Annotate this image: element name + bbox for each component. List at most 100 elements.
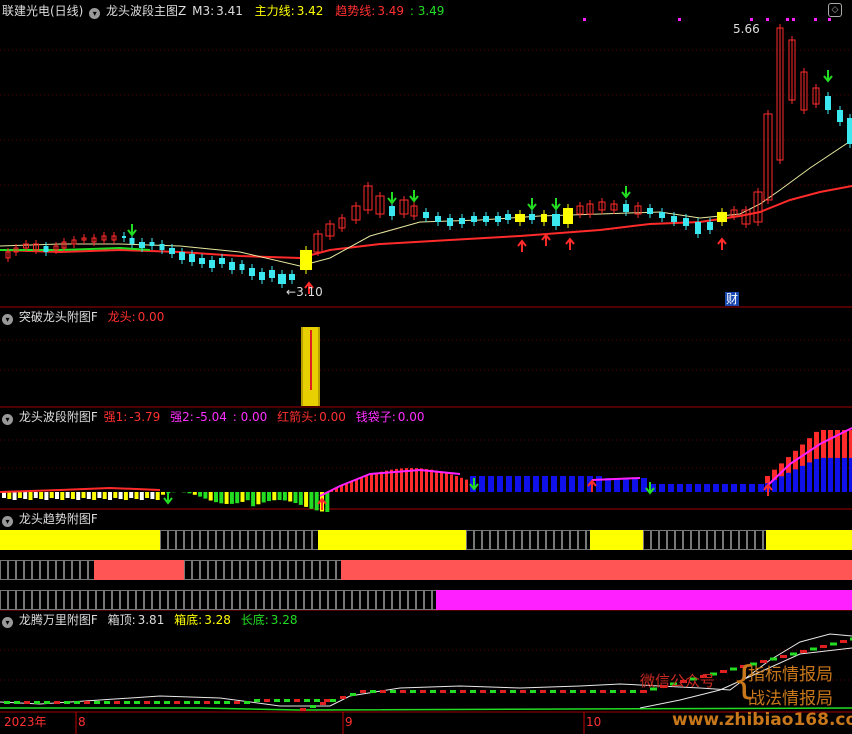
- hist-blue-551: [551, 476, 557, 492]
- stock-title[interactable]: 联建光电(日线): [2, 4, 83, 18]
- p4-seg-c-800: [800, 650, 807, 653]
- candle-body-16: [159, 244, 165, 250]
- money-bag-value: 0.00: [397, 410, 425, 424]
- panel2-title[interactable]: 龙头波段附图F: [19, 410, 98, 424]
- hist-blue-479: [479, 476, 485, 492]
- x-axis-ticks: [75, 712, 585, 734]
- strength2-label: 强2:: [170, 410, 194, 424]
- hist-neg-41: [219, 492, 224, 504]
- hist-neg-42: [224, 492, 229, 504]
- hist-neg-53: [282, 492, 287, 501]
- axis-month-10: 10: [586, 715, 602, 729]
- hist-blue-740: [740, 484, 746, 492]
- p4-seg-c-790: [790, 652, 797, 656]
- candle-body-75: [837, 110, 843, 122]
- hist-blue-713: [713, 484, 719, 492]
- p4-seg-a-314: [314, 699, 320, 702]
- p4-seg-a-174: [174, 701, 180, 704]
- band2-cell-0-0: [0, 560, 8, 580]
- main-indicator-name[interactable]: 龙头波段主图Z: [106, 4, 186, 18]
- band2-cell-0-40: [40, 560, 48, 580]
- band3-cell-0-288: [288, 590, 296, 610]
- finance-badge[interactable]: 财: [725, 292, 740, 306]
- strength1-label: 强1:: [103, 410, 128, 424]
- hist-neg-52: [277, 492, 282, 501]
- band3-cell-0-304: [304, 590, 312, 610]
- band1-cell-3-466: [466, 530, 474, 550]
- hist-neg-13: [70, 492, 75, 499]
- panel2-toggle-icon[interactable]: ▾: [2, 414, 13, 425]
- band2-cell-2-328: [328, 560, 336, 580]
- hist-neg-36: [192, 492, 197, 495]
- hist-red-360: [360, 477, 363, 492]
- top-marker-1: [678, 18, 681, 21]
- band1-cell-1-288: [288, 530, 296, 550]
- hist-blue-488: [488, 476, 494, 492]
- hist-blue-623: [623, 478, 629, 492]
- band1-cell-5-731: [731, 530, 739, 550]
- p4-seg-b-540: [540, 690, 546, 693]
- hist-neg-35: [187, 492, 192, 494]
- long-bottom-label: 长底:: [240, 613, 269, 627]
- indicator-toggle-icon[interactable]: ▾: [89, 8, 101, 19]
- hist-blue-497: [497, 476, 503, 492]
- hist-red-455: [455, 476, 458, 492]
- p4-seg-b-370: [370, 690, 376, 693]
- band3-cell-0-24: [24, 590, 32, 610]
- p4-seg-b-320: [320, 702, 326, 705]
- band3-cell-0-48: [48, 590, 56, 610]
- hist-neg-12: [65, 492, 70, 498]
- p4-seg-b-330: [330, 699, 336, 702]
- hist-blue-722: [722, 484, 728, 492]
- band1-cell-3-578: [578, 530, 586, 550]
- p4-seg-a-194: [194, 701, 200, 704]
- band1-cell-3-538: [538, 530, 546, 550]
- band3-cell-0-56: [56, 590, 64, 610]
- hist-neg-22: [118, 492, 123, 499]
- band1-cell-1-184: [184, 530, 192, 550]
- hist-blue-524: [524, 476, 530, 492]
- band3-cell-0-424: [424, 590, 432, 610]
- panel4-title[interactable]: 龙腾万里附图F: [19, 613, 98, 627]
- hist-neg-24: [129, 492, 134, 498]
- p4-seg-b-410: [410, 690, 416, 693]
- hist-neg-25: [134, 492, 139, 499]
- band1-cell-1-296: [296, 530, 304, 550]
- panel1-title[interactable]: 突破龙头附图F: [19, 310, 98, 324]
- band2-fill-3: [341, 560, 852, 580]
- p4-seg-b-380: [380, 690, 386, 693]
- band1-cell-5-699: [699, 530, 707, 550]
- hist-red-425: [425, 468, 428, 492]
- main-line-label: 主力线:: [254, 4, 295, 18]
- band2-cell-0-72: [72, 560, 80, 580]
- panel3-title[interactable]: 龙头趋势附图F: [19, 512, 98, 526]
- panel3-toggle-icon[interactable]: ▾: [2, 516, 13, 527]
- band3-cell-0-344: [344, 590, 352, 610]
- candle-body-15: [149, 242, 155, 246]
- band1-cell-5-691: [691, 530, 699, 550]
- panel4-toggle-icon[interactable]: ▾: [2, 617, 13, 628]
- band1-cell-1-200: [200, 530, 208, 550]
- band3-cell-0-320: [320, 590, 328, 610]
- low-price-label: ←3.10: [286, 285, 323, 299]
- hist-blue-668: [668, 484, 674, 492]
- hist-red-365: [365, 476, 368, 492]
- hist-neg-58: [309, 492, 314, 509]
- down-arrow-1: [387, 192, 397, 205]
- hist-red-385: [385, 470, 388, 492]
- band3-cell-0-112: [112, 590, 120, 610]
- panel1-toggle-icon[interactable]: ▾: [2, 314, 13, 325]
- band1-fill-2: [318, 530, 466, 550]
- candle-body-44: [471, 216, 477, 222]
- hist-neg-7: [39, 492, 44, 499]
- band3-cell-0-296: [296, 590, 304, 610]
- p4-seg-b-630: [630, 690, 636, 693]
- band3-cell-0-32: [32, 590, 40, 610]
- collapse-icon[interactable]: ◇: [828, 3, 842, 17]
- band2-cell-0-64: [64, 560, 72, 580]
- band1-cell-5-755: [755, 530, 763, 550]
- band2-cell-2-312: [312, 560, 320, 580]
- hist-red-430: [430, 469, 433, 492]
- watermark-site: www.zhibiao168.com: [672, 710, 852, 730]
- p4-seg-a-134: [134, 701, 140, 704]
